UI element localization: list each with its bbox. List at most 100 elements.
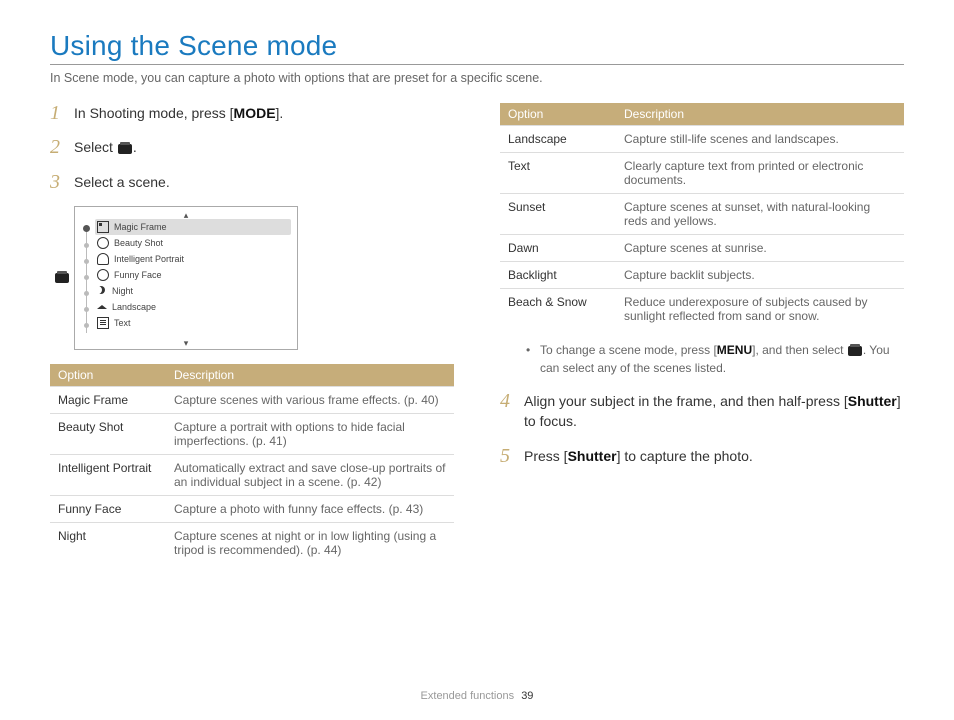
menu-key: MENU xyxy=(717,343,752,357)
scene-menu-preview: ▴ Magic Frame Beauty Shot Intelligent Po… xyxy=(74,206,298,350)
scene-item-night: Night xyxy=(97,283,291,299)
opt-desc: Capture a portrait with options to hide … xyxy=(166,413,454,454)
table-row: NightCapture scenes at night or in low l… xyxy=(50,522,454,563)
table-row: LandscapeCapture still-life scenes and l… xyxy=(500,126,904,153)
intro-text: In Scene mode, you can capture a photo w… xyxy=(50,71,904,85)
step-1-text-c: ]. xyxy=(276,105,284,121)
opt-name: Funny Face xyxy=(50,495,166,522)
scene-item-landscape: Landscape xyxy=(97,299,291,315)
opt-desc: Capture scenes at sunset, with natural-l… xyxy=(616,194,904,235)
step-2-text: Select xyxy=(74,139,117,155)
th-option: Option xyxy=(50,364,166,387)
step-2: 2 Select . xyxy=(50,137,454,157)
right-column: Option Description LandscapeCapture stil… xyxy=(500,103,904,575)
step-1: 1 In Shooting mode, press [MODE]. xyxy=(50,103,454,123)
text-icon xyxy=(97,317,109,329)
opt-desc: Reduce underexposure of subjects caused … xyxy=(616,289,904,330)
scene-item-label: Text xyxy=(114,318,131,328)
funny-icon xyxy=(97,269,109,281)
portrait-icon xyxy=(97,253,109,265)
step-3-text: Select a scene. xyxy=(74,174,170,190)
options-table-left: Option Description Magic FrameCapture sc… xyxy=(50,364,454,563)
step-number: 3 xyxy=(50,168,60,197)
opt-desc: Capture a photo with funny face effects.… xyxy=(166,495,454,522)
change-scene-note: To change a scene mode, press [MENU], an… xyxy=(500,341,904,377)
table-row: Beauty ShotCapture a portrait with optio… xyxy=(50,413,454,454)
note-c: ], and then select xyxy=(752,343,847,357)
step-4-a: Align your subject in the frame, and the… xyxy=(524,393,848,409)
th-description: Description xyxy=(616,103,904,126)
opt-name: Beach & Snow xyxy=(500,289,616,330)
mode-key: MODE xyxy=(234,105,276,121)
step-5-a: Press [ xyxy=(524,448,568,464)
opt-desc: Clearly capture text from printed or ele… xyxy=(616,153,904,194)
scene-icon xyxy=(118,144,132,154)
table-row: BacklightCapture backlit subjects. xyxy=(500,262,904,289)
scene-item-label: Night xyxy=(112,286,133,296)
step-1-text-a: In Shooting mode, press [ xyxy=(74,105,234,121)
scene-item-label: Beauty Shot xyxy=(114,238,163,248)
opt-desc: Capture scenes with various frame effect… xyxy=(166,386,454,413)
title-rule xyxy=(50,64,904,65)
opt-name: Dawn xyxy=(500,235,616,262)
beauty-icon xyxy=(97,237,109,249)
opt-desc: Automatically extract and save close-up … xyxy=(166,454,454,495)
scroll-down-icon: ▾ xyxy=(81,339,291,347)
opt-name: Beauty Shot xyxy=(50,413,166,454)
opt-name: Night xyxy=(50,522,166,563)
left-column: 1 In Shooting mode, press [MODE]. 2 Sele… xyxy=(50,103,454,575)
options-table-right: Option Description LandscapeCapture stil… xyxy=(500,103,904,329)
opt-desc: Capture still-life scenes and landscapes… xyxy=(616,126,904,153)
page-footer: Extended functions 39 xyxy=(0,690,954,702)
table-row: TextClearly capture text from printed or… xyxy=(500,153,904,194)
opt-desc: Capture scenes at night or in low lighti… xyxy=(166,522,454,563)
th-option: Option xyxy=(500,103,616,126)
table-row: Magic FrameCapture scenes with various f… xyxy=(50,386,454,413)
scene-icon xyxy=(55,273,69,283)
step-4: 4 Align your subject in the frame, and t… xyxy=(500,391,904,432)
scene-item-label: Magic Frame xyxy=(114,222,167,232)
scene-item-text: Text xyxy=(97,315,291,331)
step-2-text-end: . xyxy=(133,139,137,155)
scene-item-beauty-shot: Beauty Shot xyxy=(97,235,291,251)
table-row: Funny FaceCapture a photo with funny fac… xyxy=(50,495,454,522)
opt-name: Magic Frame xyxy=(50,386,166,413)
page-number: 39 xyxy=(521,690,533,702)
page-title: Using the Scene mode xyxy=(50,30,904,62)
opt-name: Landscape xyxy=(500,126,616,153)
shutter-key: Shutter xyxy=(848,393,897,409)
scroll-up-icon: ▴ xyxy=(81,211,291,219)
note-a: To change a scene mode, press [ xyxy=(540,343,717,357)
scene-item-funny-face: Funny Face xyxy=(97,267,291,283)
scene-icon xyxy=(848,346,862,356)
table-row: Beach & SnowReduce underexposure of subj… xyxy=(500,289,904,330)
opt-name: Backlight xyxy=(500,262,616,289)
scene-item-label: Intelligent Portrait xyxy=(114,254,184,264)
selection-rail xyxy=(81,219,91,339)
opt-desc: Capture backlit subjects. xyxy=(616,262,904,289)
table-row: DawnCapture scenes at sunrise. xyxy=(500,235,904,262)
scene-item-intelligent-portrait: Intelligent Portrait xyxy=(97,251,291,267)
frame-icon xyxy=(97,221,109,233)
opt-name: Sunset xyxy=(500,194,616,235)
shutter-key: Shutter xyxy=(568,448,617,464)
footer-section: Extended functions xyxy=(421,690,515,702)
step-5: 5 Press [Shutter] to capture the photo. xyxy=(500,446,904,466)
opt-name: Text xyxy=(500,153,616,194)
table-row: SunsetCapture scenes at sunset, with nat… xyxy=(500,194,904,235)
step-number: 5 xyxy=(500,442,510,471)
night-icon xyxy=(97,286,107,296)
landscape-icon xyxy=(97,305,107,309)
scene-list: Magic Frame Beauty Shot Intelligent Port… xyxy=(97,219,291,339)
step-number: 4 xyxy=(500,387,510,416)
th-description: Description xyxy=(166,364,454,387)
step-number: 2 xyxy=(50,133,60,162)
step-5-c: ] to capture the photo. xyxy=(617,448,753,464)
table-row: Intelligent PortraitAutomatically extrac… xyxy=(50,454,454,495)
scene-item-magic-frame: Magic Frame xyxy=(95,219,291,235)
scene-item-label: Funny Face xyxy=(114,270,162,280)
opt-name: Intelligent Portrait xyxy=(50,454,166,495)
step-number: 1 xyxy=(50,99,60,128)
scene-item-label: Landscape xyxy=(112,302,156,312)
opt-desc: Capture scenes at sunrise. xyxy=(616,235,904,262)
